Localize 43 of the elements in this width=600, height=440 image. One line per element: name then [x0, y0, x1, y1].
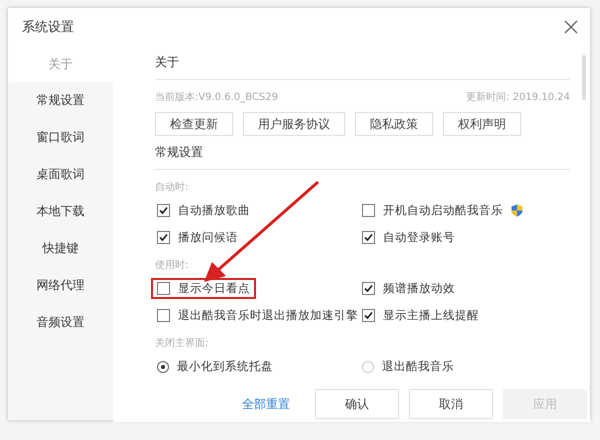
sidebar-item[interactable]: 音频设置 — [8, 304, 113, 341]
version-text: 当前版本:V9.0.6.0_BCS29 — [155, 90, 278, 104]
option-label: 最小化到系统托盘 — [177, 359, 273, 374]
about-button[interactable]: 权利声明 — [443, 112, 521, 136]
checkbox[interactable] — [362, 231, 375, 244]
option-label: 开机自动启动酷我音乐 — [383, 203, 503, 218]
reset-all-link[interactable]: 全部重置 — [242, 396, 290, 412]
sidebar-item[interactable]: 窗口歌词 — [8, 119, 113, 156]
dialog-button[interactable]: 确认 — [315, 389, 399, 419]
about-button[interactable]: 用户服务协议 — [243, 112, 345, 136]
checkbox[interactable] — [362, 204, 375, 217]
group-label: 关闭主界面: — [155, 336, 210, 350]
checkbox[interactable] — [157, 204, 170, 217]
checkbox[interactable] — [362, 309, 375, 322]
checkbox[interactable] — [157, 309, 170, 322]
scrollbar-thumb[interactable] — [582, 55, 586, 100]
option-label: 显示今日看点 — [178, 281, 250, 296]
section-heading: 常规设置 — [155, 136, 570, 170]
option-label: 显示主播上线提醒 — [383, 308, 479, 323]
about-button[interactable]: 检查更新 — [155, 112, 233, 136]
option-label: 自动登录账号 — [383, 230, 455, 245]
sidebar-item[interactable]: 常规设置 — [8, 82, 113, 119]
about-button[interactable]: 隐私政策 — [355, 112, 433, 136]
checkbox[interactable] — [362, 282, 375, 295]
option-label: 播放问候语 — [178, 230, 238, 245]
sidebar-item[interactable]: 本地下载 — [8, 193, 113, 230]
checkbox[interactable] — [157, 231, 170, 244]
group-label: 自动时: — [155, 180, 190, 194]
dialog-button[interactable]: 取消 — [409, 389, 493, 419]
radio-button[interactable] — [157, 360, 169, 372]
checkbox[interactable] — [157, 282, 170, 295]
option-label: 频谱播放动效 — [383, 281, 455, 296]
update-time-text: 更新时间: 2019.10.24 — [466, 90, 570, 104]
sidebar-item[interactable]: 快捷键 — [8, 230, 113, 267]
close-icon[interactable] — [564, 20, 578, 34]
section-heading: 关于 — [155, 46, 570, 80]
sidebar-item[interactable]: 网络代理 — [8, 267, 113, 304]
sidebar-item[interactable]: 桌面歌词 — [8, 156, 113, 193]
option-label: 退出酷我音乐 — [382, 359, 454, 374]
option-label: 退出酷我音乐时退出播放加速引擎 — [178, 308, 358, 323]
group-label: 使用时: — [155, 258, 190, 272]
option-label: 自动播放歌曲 — [178, 203, 250, 218]
window-title: 系统设置 — [22, 19, 74, 36]
